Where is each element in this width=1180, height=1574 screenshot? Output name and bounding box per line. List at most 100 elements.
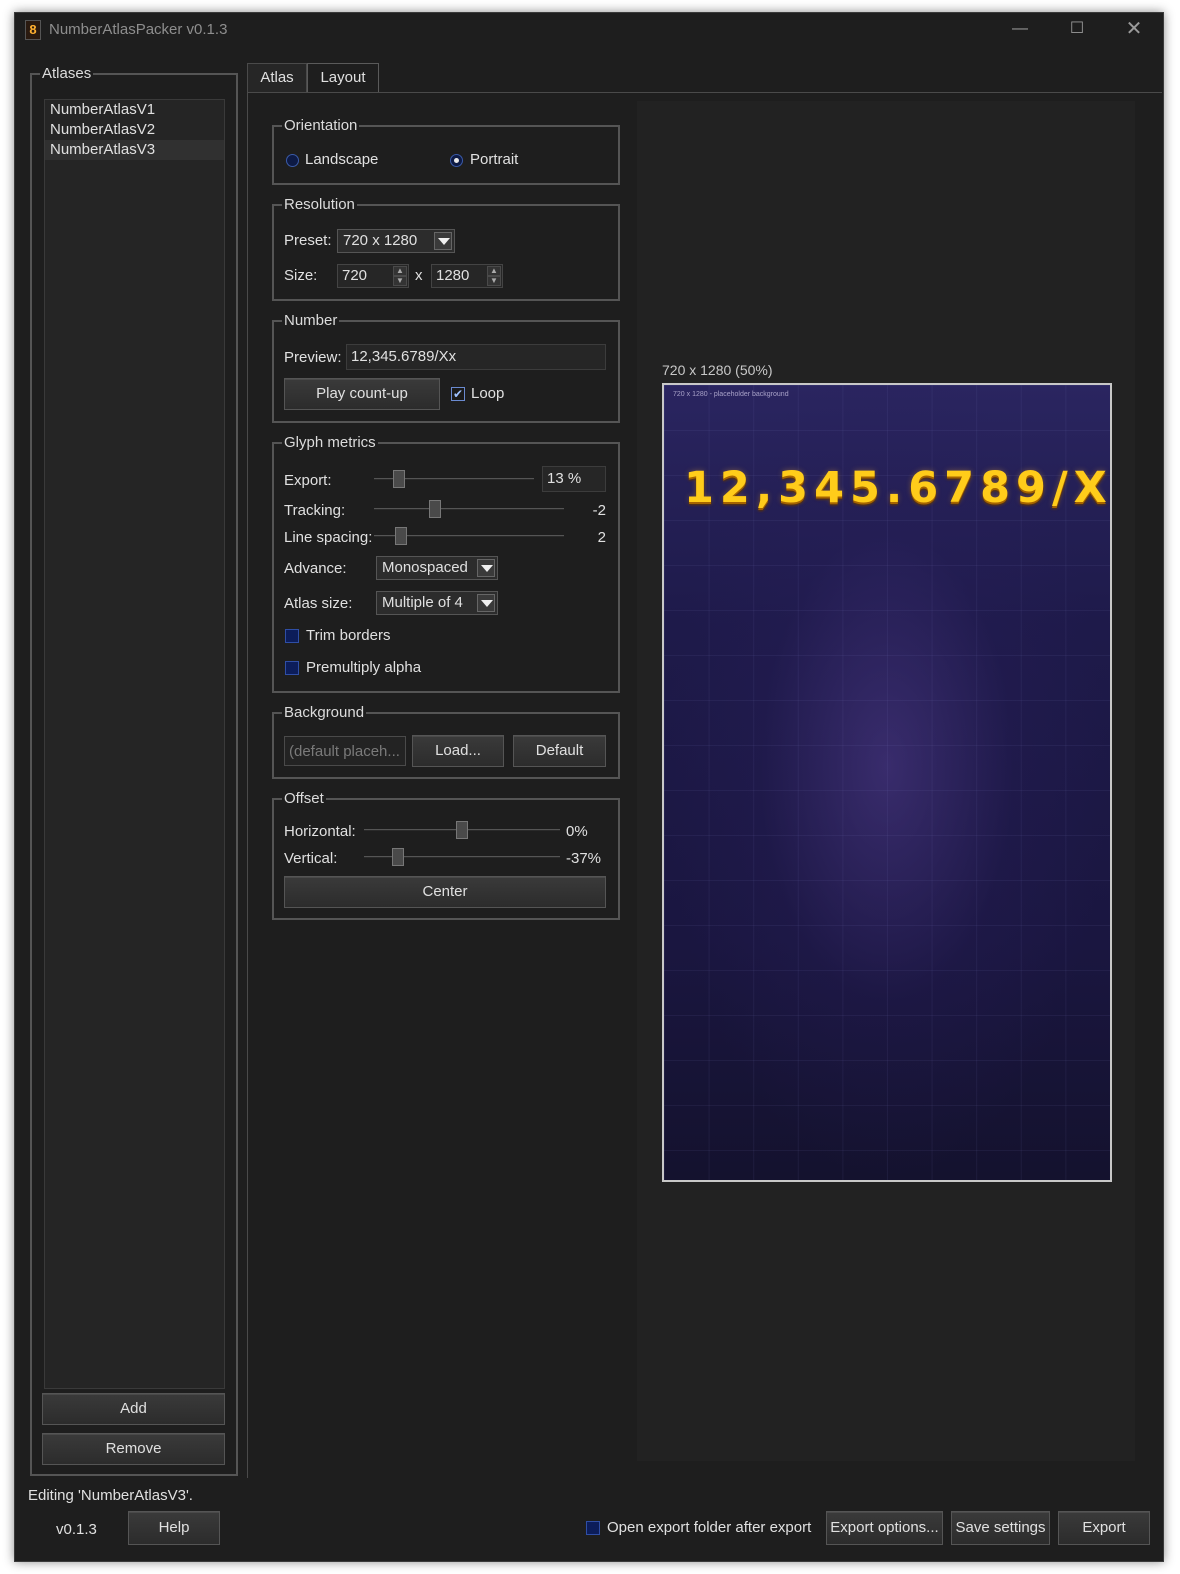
size-label: Size:: [284, 267, 318, 284]
advance-dropdown[interactable]: Monospaced: [376, 556, 498, 580]
background-path-field: (default placeh...: [284, 736, 406, 766]
tab-atlas[interactable]: Atlas: [247, 63, 307, 93]
app-window: 8 NumberAtlasPacker v0.1.3 — ☐ ✕ Atlases…: [14, 12, 1164, 1562]
atlases-legend: Atlases: [40, 65, 94, 82]
vertical-offset-slider[interactable]: [364, 847, 560, 867]
background-legend: Background: [282, 704, 367, 721]
load-background-button[interactable]: Load...: [412, 735, 504, 767]
preset-label: Preset:: [284, 232, 332, 249]
offset-group: Offset Horizontal: 0% Vertical: -37% Cen…: [272, 790, 620, 920]
vertical-offset-label: Vertical:: [284, 850, 338, 867]
export-scale-slider[interactable]: [374, 469, 534, 489]
trim-borders-checkbox[interactable]: [285, 629, 299, 643]
portrait-radio[interactable]: [450, 154, 463, 167]
preset-dropdown[interactable]: 720 x 1280: [337, 229, 455, 253]
close-icon[interactable]: ✕: [1111, 17, 1157, 43]
play-count-up-button[interactable]: Play count-up: [284, 378, 440, 410]
save-settings-button[interactable]: Save settings: [951, 1511, 1050, 1545]
width-spinbox[interactable]: 720 ▲ ▼: [337, 264, 409, 288]
line-spacing-value: 2: [597, 529, 606, 546]
glyph-metrics-group: Glyph metrics Export: 13 % Tracking: -2 …: [272, 434, 620, 693]
spin-down-icon[interactable]: ▼: [393, 276, 407, 286]
chevron-down-icon[interactable]: [477, 559, 495, 577]
landscape-radio[interactable]: [286, 154, 299, 167]
minimize-icon[interactable]: —: [997, 17, 1043, 43]
preview-number-main: 12,345.6789/X: [684, 463, 1112, 513]
premultiply-alpha-label[interactable]: Premultiply alpha: [306, 659, 421, 676]
height-spinbox[interactable]: 1280 ▲ ▼: [431, 264, 503, 288]
tab-layout[interactable]: Layout: [307, 63, 379, 93]
trim-borders-label[interactable]: Trim borders: [306, 627, 390, 644]
list-item-selected[interactable]: NumberAtlasV3: [45, 140, 224, 160]
spin-up-icon[interactable]: ▲: [487, 266, 501, 276]
landscape-label[interactable]: Landscape: [305, 151, 378, 168]
export-scale-value[interactable]: 13 %: [542, 466, 606, 492]
slider-thumb[interactable]: [456, 821, 468, 839]
maximize-icon[interactable]: ☐: [1054, 17, 1100, 43]
preview-number-input[interactable]: 12,345.6789/Xx: [346, 344, 606, 370]
atlas-size-dropdown[interactable]: Multiple of 4: [376, 591, 498, 615]
advance-value: Monospaced: [382, 559, 468, 576]
slider-thumb[interactable]: [393, 470, 405, 488]
resolution-legend: Resolution: [282, 196, 357, 213]
width-value: 720: [342, 267, 368, 284]
preview-small-caption: 720 x 1280 - placeholder background: [673, 391, 789, 398]
preview-caption: 720 x 1280 (50%): [662, 362, 773, 378]
version-label: v0.1.3: [56, 1521, 97, 1538]
export-options-button[interactable]: Export options...: [826, 1511, 943, 1545]
advance-label: Advance:: [284, 560, 347, 577]
atlases-group: Atlases NumberAtlasV1 NumberAtlasV2 Numb…: [30, 65, 238, 1476]
default-background-button[interactable]: Default: [513, 735, 606, 767]
horizontal-offset-label: Horizontal:: [284, 823, 356, 840]
title-bar: 8 NumberAtlasPacker v0.1.3 — ☐ ✕: [15, 13, 1163, 47]
export-button[interactable]: Export: [1058, 1511, 1150, 1545]
tracking-label: Tracking:: [284, 502, 346, 519]
atlas-list[interactable]: NumberAtlasV1 NumberAtlasV2 NumberAtlasV…: [44, 99, 225, 1389]
preview-number-render: 12,345.6789/Xx: [684, 463, 1112, 513]
resolution-group: Resolution Preset: 720 x 1280 Size: 720 …: [272, 196, 620, 301]
height-value: 1280: [436, 267, 470, 284]
slider-thumb[interactable]: [395, 527, 407, 545]
vertical-offset-value: -37%: [566, 850, 602, 867]
remove-atlas-button[interactable]: Remove: [42, 1433, 225, 1465]
center-offset-button[interactable]: Center: [284, 876, 606, 908]
premultiply-alpha-checkbox[interactable]: [285, 661, 299, 675]
chevron-down-icon[interactable]: [434, 232, 452, 250]
tracking-slider[interactable]: [374, 499, 564, 519]
status-message: Editing 'NumberAtlasV3'.: [28, 1487, 193, 1504]
tracking-value: -2: [592, 502, 606, 519]
export-scale-label: Export:: [284, 472, 332, 489]
preview-label: Preview:: [284, 349, 342, 366]
open-export-folder-label[interactable]: Open export folder after export: [607, 1519, 811, 1536]
portrait-label[interactable]: Portrait: [470, 151, 518, 168]
glyph-metrics-legend: Glyph metrics: [282, 434, 378, 451]
chevron-down-icon[interactable]: [477, 594, 495, 612]
spin-down-icon[interactable]: ▼: [487, 276, 501, 286]
orientation-group: Orientation Landscape Portrait: [272, 117, 620, 185]
loop-label[interactable]: Loop: [471, 385, 504, 402]
number-legend: Number: [282, 312, 340, 329]
add-atlas-button[interactable]: Add: [42, 1393, 225, 1425]
app-icon: 8: [25, 20, 41, 40]
window-title: NumberAtlasPacker v0.1.3: [49, 21, 228, 38]
preset-value: 720 x 1280: [343, 232, 418, 249]
slider-thumb[interactable]: [429, 500, 441, 518]
background-group: Background (default placeh... Load... De…: [272, 704, 620, 779]
horizontal-offset-slider[interactable]: [364, 820, 560, 840]
slider-track: [374, 508, 564, 510]
list-item[interactable]: NumberAtlasV1: [45, 100, 224, 120]
list-item[interactable]: NumberAtlasV2: [45, 120, 224, 140]
size-times-label: x: [415, 267, 423, 284]
loop-checkbox[interactable]: ✔: [451, 387, 465, 401]
help-button[interactable]: Help: [128, 1511, 220, 1545]
slider-thumb[interactable]: [392, 848, 404, 866]
line-spacing-label: Line spacing:: [284, 529, 373, 546]
orientation-legend: Orientation: [282, 117, 360, 134]
atlas-size-value: Multiple of 4: [382, 594, 463, 611]
open-export-folder-checkbox[interactable]: [586, 1521, 600, 1535]
preview-canvas[interactable]: 720 x 1280 - placeholder background 12,3…: [662, 383, 1112, 1182]
number-group: Number Preview: 12,345.6789/Xx Play coun…: [272, 312, 620, 423]
line-spacing-slider[interactable]: [374, 526, 564, 546]
spin-up-icon[interactable]: ▲: [393, 266, 407, 276]
horizontal-offset-value: 0%: [566, 823, 588, 840]
